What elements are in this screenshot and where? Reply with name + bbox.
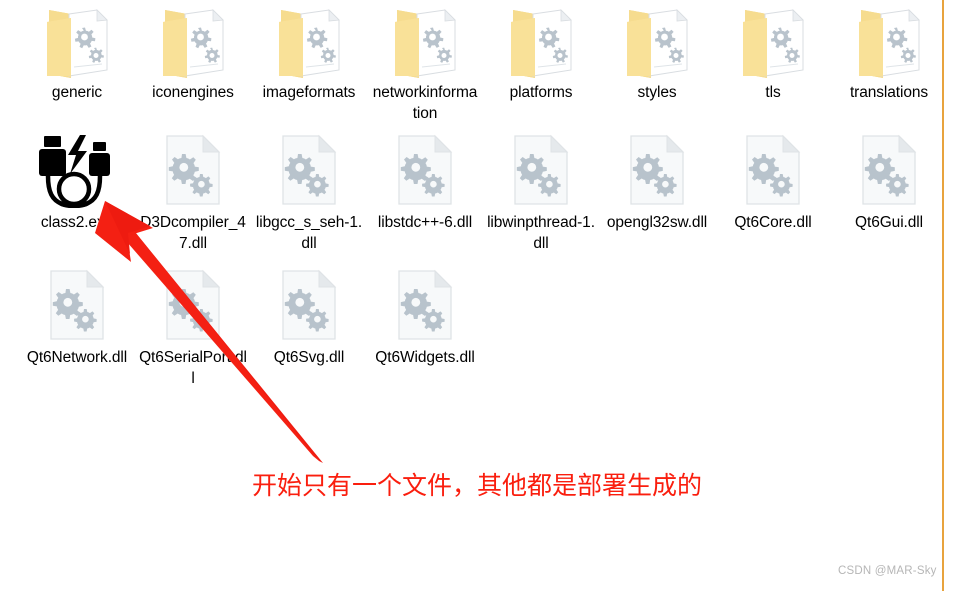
file-item[interactable]: Qt6Core.dll (717, 134, 829, 233)
file-item[interactable]: libwinpthread-1.dll (485, 134, 597, 254)
file-item-label: Qt6SerialPort.dll (139, 349, 247, 387)
dll-gears-icon (282, 134, 337, 205)
file-item-label: Qt6Gui.dll (855, 214, 923, 231)
file-item-label: opengl32sw.dll (606, 214, 708, 231)
file-item-label: class2.exe (40, 214, 114, 231)
dll-gears-icon[interactable] (717, 134, 829, 212)
file-item[interactable]: Qt6Widgets.dll (369, 269, 481, 368)
dll-gears-icon (398, 269, 453, 340)
folder-icon (743, 9, 804, 78)
dll-gears-icon (746, 134, 801, 205)
folder-icon[interactable] (369, 4, 481, 82)
folder-icon[interactable] (21, 4, 133, 82)
folder-icon (47, 9, 108, 78)
file-explorer-window: generic iconengines imageformats networkinf… (0, 0, 953, 591)
dll-gears-icon (514, 134, 569, 205)
file-item-label: libstdc++-6.dll (377, 214, 473, 231)
file-item[interactable]: platforms (485, 4, 597, 103)
dll-gears-icon[interactable] (369, 134, 481, 212)
file-item-label: Qt6Network.dll (26, 349, 128, 366)
file-item-label: networkinformation (372, 84, 478, 122)
file-item-label: translations (849, 84, 929, 101)
file-icon-grid[interactable]: generic iconengines imageformats networkinf… (0, 0, 945, 420)
file-item-label: Qt6Core.dll (734, 214, 812, 231)
folder-icon[interactable] (833, 4, 945, 82)
dll-gears-icon (166, 269, 221, 340)
dll-gears-icon (862, 134, 917, 205)
file-item-label: platforms (509, 84, 573, 101)
file-item-label: iconengines (152, 84, 234, 101)
file-item[interactable]: D3Dcompiler_47.dll (137, 134, 249, 254)
dll-gears-icon (50, 269, 105, 340)
usb-connector-app-icon (39, 135, 110, 208)
folder-icon (511, 9, 572, 78)
file-item[interactable]: networkinformation (369, 4, 481, 124)
file-item-label: generic (51, 84, 103, 101)
file-item[interactable]: opengl32sw.dll (601, 134, 713, 233)
file-item[interactable]: Qt6Network.dll (21, 269, 133, 368)
folder-icon[interactable] (717, 4, 829, 82)
folder-icon (163, 9, 224, 78)
folder-icon (279, 9, 340, 78)
dll-gears-icon[interactable] (369, 269, 481, 347)
file-item[interactable]: libstdc++-6.dll (369, 134, 481, 233)
folder-icon (859, 9, 920, 78)
file-item[interactable]: generic (21, 4, 133, 103)
file-item-label: Qt6Widgets.dll (375, 349, 475, 366)
file-item-label: Qt6Svg.dll (273, 349, 345, 366)
file-item[interactable]: Qt6Gui.dll (833, 134, 945, 233)
file-item[interactable]: iconengines (137, 4, 249, 103)
file-item-label: libgcc_s_seh-1.dll (255, 214, 363, 252)
dll-gears-icon[interactable] (253, 134, 365, 212)
dll-gears-icon[interactable] (833, 134, 945, 212)
file-item-label: libwinpthread-1.dll (487, 214, 595, 252)
dll-gears-icon (166, 134, 221, 205)
file-item[interactable]: tls (717, 4, 829, 103)
file-item[interactable]: libgcc_s_seh-1.dll (253, 134, 365, 254)
file-item[interactable]: translations (833, 4, 945, 103)
dll-gears-icon (630, 134, 685, 205)
folder-icon[interactable] (601, 4, 713, 82)
folder-icon (395, 9, 456, 78)
dll-gears-icon[interactable] (601, 134, 713, 212)
file-item-label: tls (765, 84, 781, 101)
folder-icon[interactable] (253, 4, 365, 82)
file-item-label: imageformats (262, 84, 356, 101)
dll-gears-icon (398, 134, 453, 205)
watermark: CSDN @MAR-Sky (838, 565, 937, 577)
folder-icon[interactable] (137, 4, 249, 82)
dll-gears-icon (282, 269, 337, 340)
dll-gears-icon[interactable] (253, 269, 365, 347)
file-item[interactable]: imageformats (253, 4, 365, 103)
file-item[interactable]: Qt6SerialPort.dll (137, 269, 249, 389)
dll-gears-icon[interactable] (137, 134, 249, 212)
annotation-text: 开始只有一个文件，其他都是部署生成的 (252, 471, 703, 500)
file-item-label: styles (637, 84, 677, 101)
file-item[interactable]: class2.exe (21, 134, 133, 233)
folder-icon (627, 9, 688, 78)
file-item[interactable]: Qt6Svg.dll (253, 269, 365, 368)
usb-connector-app-icon[interactable] (21, 134, 133, 212)
dll-gears-icon[interactable] (137, 269, 249, 347)
dll-gears-icon[interactable] (485, 134, 597, 212)
file-item-label: D3Dcompiler_47.dll (140, 214, 246, 252)
folder-icon[interactable] (485, 4, 597, 82)
file-item[interactable]: styles (601, 4, 713, 103)
dll-gears-icon[interactable] (21, 269, 133, 347)
